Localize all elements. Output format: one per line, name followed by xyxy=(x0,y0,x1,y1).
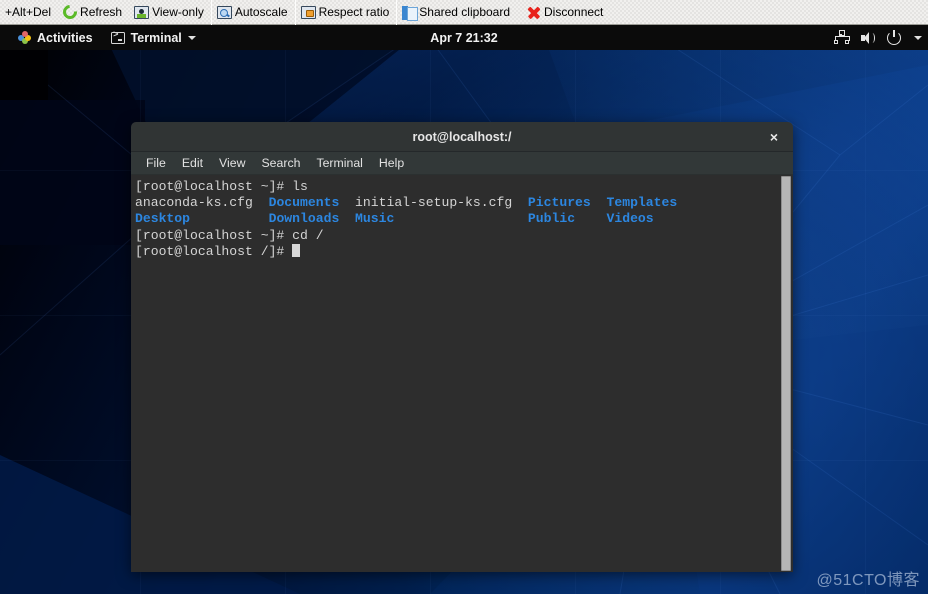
terminal-output[interactable]: [root@localhost ~]# ls anaconda-ks.cfg Do… xyxy=(131,175,779,572)
view-only-button[interactable]: View-only xyxy=(129,0,211,24)
terminal-text: [root@localhost ~]# ls xyxy=(135,179,308,194)
ctrl-alt-del-label: +Alt+Del xyxy=(5,5,52,19)
app-menu-terminal[interactable]: Terminal xyxy=(102,25,205,50)
terminal-titlebar[interactable]: root@localhost:/ × xyxy=(131,122,793,152)
refresh-icon xyxy=(60,2,80,22)
view-only-label: View-only xyxy=(152,5,204,19)
disconnect-x-icon xyxy=(526,5,541,20)
activities-icon xyxy=(18,31,31,44)
menu-file[interactable]: File xyxy=(138,152,174,175)
terminal-line: anaconda-ks.cfg Documents initial-setup-… xyxy=(135,195,779,211)
close-icon[interactable]: × xyxy=(766,129,782,145)
terminal-cursor xyxy=(292,243,300,257)
terminal-dir-entry: Music xyxy=(355,211,395,227)
terminal-dir-entry: Templates xyxy=(606,195,678,211)
terminal-text: [root@localhost ~]# cd / xyxy=(135,227,324,243)
chevron-down-icon xyxy=(187,35,196,40)
menu-view[interactable]: View xyxy=(211,152,253,175)
terminal-line: Desktop Downloads Music Public Videos xyxy=(135,211,779,227)
power-icon[interactable] xyxy=(887,29,903,46)
menu-search[interactable]: Search xyxy=(253,152,308,175)
menu-terminal[interactable]: Terminal xyxy=(308,152,370,175)
menu-help[interactable]: Help xyxy=(371,152,412,175)
shared-clipboard-label: Shared clipboard xyxy=(419,5,511,19)
terminal-line: [root@localhost ~]# ls xyxy=(135,179,779,195)
vnc-toolbar: +Alt+Del Refresh View-only Autoscale Res… xyxy=(0,0,928,25)
gnome-status-area[interactable] xyxy=(833,25,922,50)
respect-ratio-label: Respect ratio xyxy=(318,5,390,19)
gnome-top-bar-left: Activities Terminal xyxy=(0,25,205,50)
shared-clipboard-button[interactable]: Shared clipboard xyxy=(397,0,517,24)
terminal-dir-entry: Public xyxy=(527,211,576,227)
respect-ratio-button[interactable]: Respect ratio xyxy=(296,0,397,24)
terminal-line: [root@localhost /]# xyxy=(135,243,779,260)
terminal-title: root@localhost:/ xyxy=(412,129,512,144)
clock-label[interactable]: Apr 7 21:32 xyxy=(430,31,497,45)
autoscale-magnifier-icon xyxy=(216,6,232,19)
view-only-monitor-icon xyxy=(134,6,150,19)
disconnect-button[interactable]: Disconnect xyxy=(517,0,610,24)
gnome-top-bar: Activities Terminal Apr 7 21:32 xyxy=(0,25,928,50)
scrollbar-thumb[interactable] xyxy=(781,176,791,571)
menu-edit[interactable]: Edit xyxy=(174,152,211,175)
activities-button[interactable]: Activities xyxy=(9,25,102,50)
autoscale-button[interactable]: Autoscale xyxy=(212,0,295,24)
terminal-line: [root@localhost ~]# cd / xyxy=(135,228,779,244)
clipboard-icon xyxy=(402,5,419,21)
refresh-button[interactable]: Refresh xyxy=(58,0,129,24)
vnc-screen: +Alt+Del Refresh View-only Autoscale Res… xyxy=(0,0,928,594)
watermark: @51CTO博客 xyxy=(816,572,920,589)
refresh-label: Refresh xyxy=(80,5,123,19)
volume-icon[interactable] xyxy=(860,30,876,46)
chevron-down-icon[interactable] xyxy=(914,35,922,40)
terminal-text: initial-setup-ks.cfg xyxy=(355,195,513,211)
terminal-dir-entry: Documents xyxy=(268,195,340,211)
ctrl-alt-del-button[interactable]: +Alt+Del xyxy=(0,0,58,24)
disconnect-label: Disconnect xyxy=(544,5,604,19)
terminal-icon xyxy=(110,30,125,44)
terminal-dir-entry: Videos xyxy=(606,211,654,227)
terminal-menubar: File Edit View Search Terminal Help xyxy=(131,152,793,175)
terminal-body[interactable]: [root@localhost ~]# ls anaconda-ks.cfg Do… xyxy=(131,175,793,572)
terminal-window[interactable]: root@localhost:/ × File Edit View Search… xyxy=(131,122,793,572)
app-menu-label: Terminal xyxy=(130,30,182,45)
network-wired-icon[interactable] xyxy=(833,29,850,46)
terminal-scrollbar[interactable] xyxy=(779,175,793,572)
terminal-dir-entry: Desktop xyxy=(135,211,191,227)
respect-ratio-lock-icon xyxy=(300,6,316,19)
terminal-dir-entry: Pictures xyxy=(527,195,591,211)
autoscale-label: Autoscale xyxy=(234,5,288,19)
terminal-dir-entry: Downloads xyxy=(268,211,340,227)
activities-label: Activities xyxy=(37,30,93,45)
terminal-text: [root@localhost /]# xyxy=(135,243,293,259)
terminal-text: anaconda-ks.cfg xyxy=(135,195,253,211)
